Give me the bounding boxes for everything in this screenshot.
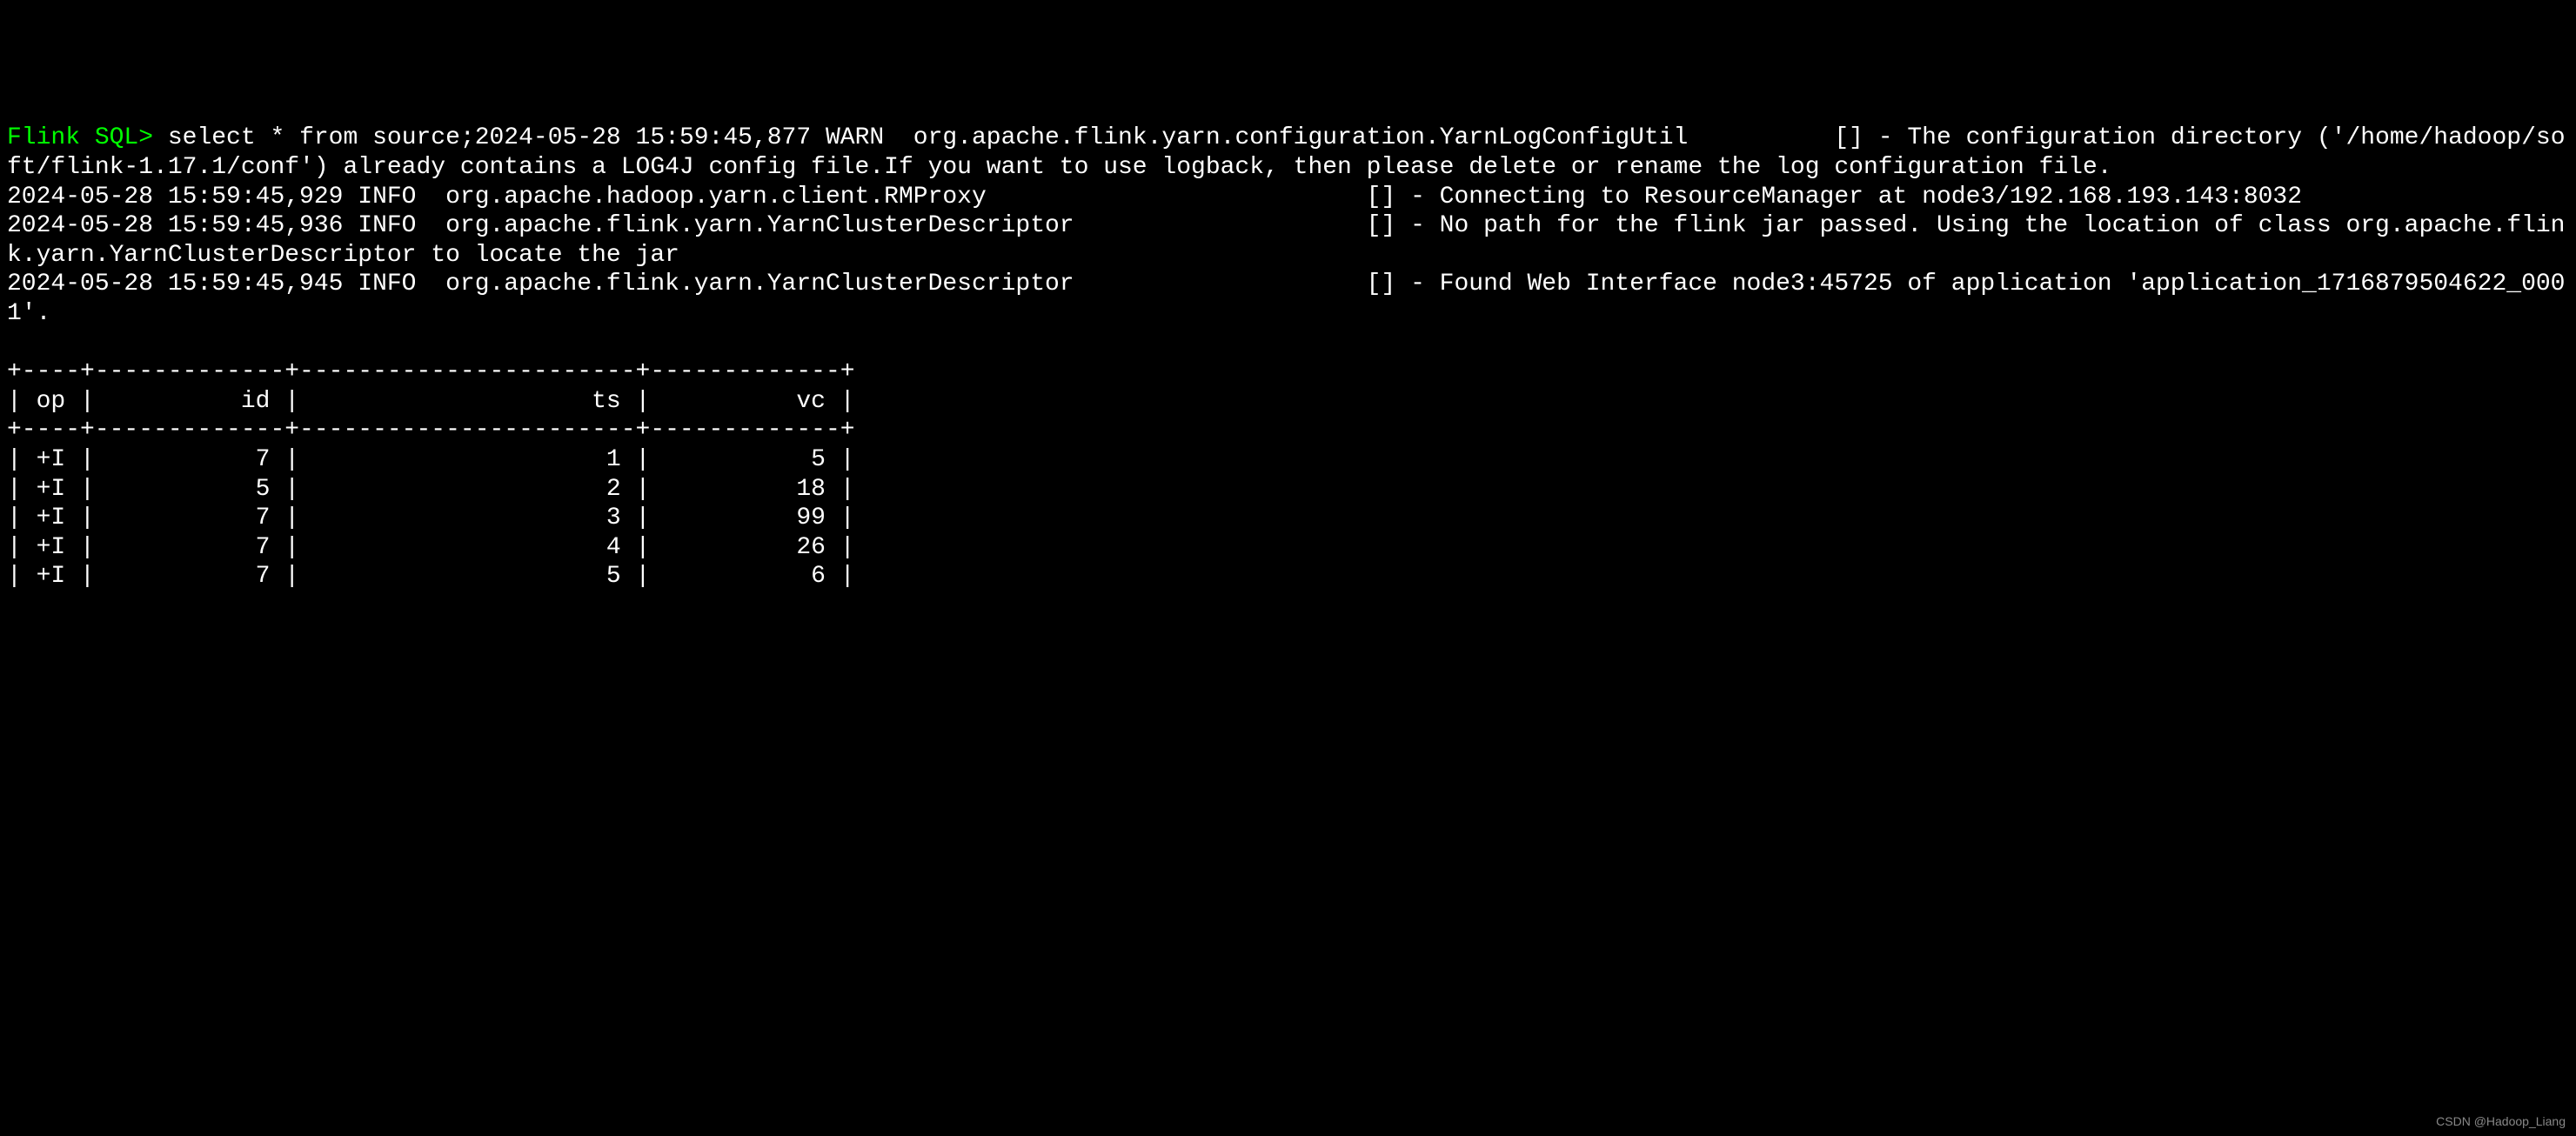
table-row-3: | +I | 7 | 4 | 26 | bbox=[7, 534, 855, 561]
log-line-2: 2024-05-28 15:59:45,936 INFO org.apache.… bbox=[7, 212, 2565, 269]
table-header-row: | op | id | ts | vc | bbox=[7, 388, 855, 415]
sql-prompt: Flink SQL bbox=[7, 124, 138, 151]
prompt-suffix: > bbox=[138, 124, 168, 151]
sql-command[interactable]: select * from source; bbox=[168, 124, 475, 151]
watermark: CSDN @Hadoop_Liang bbox=[2436, 1114, 2566, 1129]
terminal-output: Flink SQL> select * from source; 2024-05-… bbox=[7, 124, 2569, 591]
table-row-2: | +I | 7 | 3 | 99 | bbox=[7, 505, 855, 531]
table-row-4: | +I | 7 | 5 | 6 | bbox=[7, 563, 855, 590]
table-border-top: +----+-------------+--------------------… bbox=[7, 358, 855, 385]
table-row-0: | +I | 7 | 1 | 5 | bbox=[7, 446, 855, 473]
log-line-3: 2024-05-28 15:59:45,945 INFO org.apache.… bbox=[7, 271, 2565, 327]
log-line-1: 2024-05-28 15:59:45,929 INFO org.apache.… bbox=[7, 184, 2302, 210]
table-border-mid: +----+-------------+--------------------… bbox=[7, 417, 855, 444]
table-row-1: | +I | 5 | 2 | 18 | bbox=[7, 476, 855, 503]
